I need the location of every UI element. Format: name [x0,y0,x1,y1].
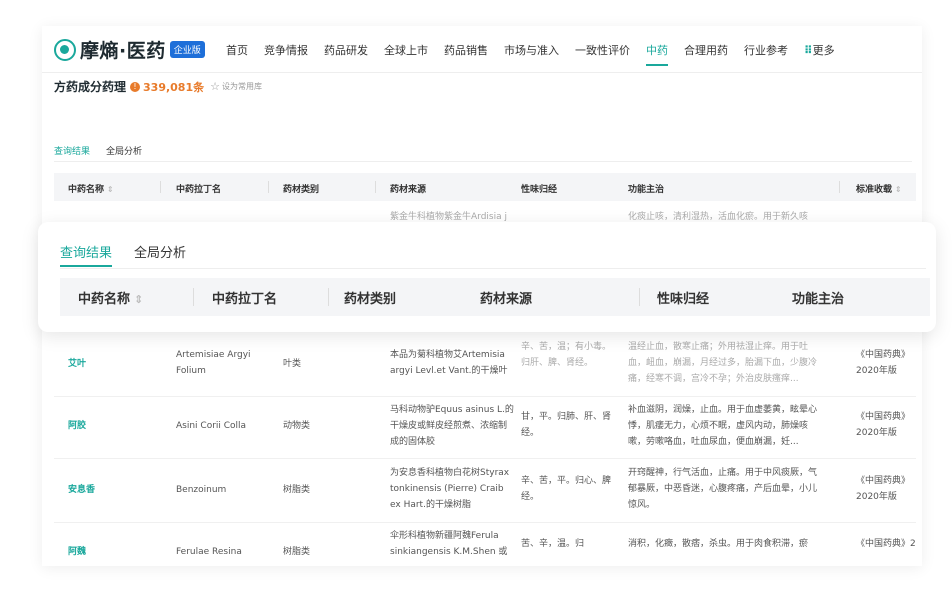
cell-name[interactable]: 阿胶 [68,418,86,434]
col-separator [193,288,194,306]
col-category[interactable]: 药材类别 [283,182,319,195]
favorite-link[interactable]: 设为常用库 [222,81,262,92]
table-row[interactable]: 安息香 Benzoinum 树脂类 为安息香科植物白花树Styrax tonki… [54,458,916,523]
cell-function: 开窍醒神，行气活血，止痛。用于中风痰厥，气郁暴厥，中恶昏迷，心腹疼痛，产后血晕，… [628,468,818,510]
cell-category: 叶类 [283,359,302,369]
nav-more-label: 更多 [812,44,835,57]
cell-function: 化痰止咳，清利湿热，活血化瘀。用于新久咳 [628,212,809,222]
cell-latin: Artemisiae Argyi Folium [176,350,251,376]
col-name[interactable]: 中药名称 ⇕ [68,182,114,195]
nav-item-market[interactable]: 市场与准入 [504,42,559,58]
nav-item-industry[interactable]: 行业参考 [744,42,788,58]
zoom-col-name-label: 中药名称 [78,292,131,307]
zoom-tab-analysis[interactable]: 全局分析 [134,242,186,261]
zoom-col-name[interactable]: 中药名称 ⇕ [78,288,143,307]
col-separator [839,181,840,193]
nav-more[interactable]: ⠿更多 [804,42,835,58]
cell-standard: 《中国药典》2020年版 [856,476,911,502]
cell-standard: 《中国药典》2020年版 [856,350,911,376]
top-nav: 摩熵·医药 企业版 首页 竞争情报 药品研发 全球上市 药品销售 市场与准入 一… [42,26,922,73]
col-function[interactable]: 功能主治 [628,182,664,195]
nav-item-rd[interactable]: 药品研发 [324,42,368,58]
zoom-col-source[interactable]: 药材来源 [480,288,532,307]
logo-icon [54,38,76,61]
page-title: 方药成分药理 [54,80,127,94]
nav-item-sales[interactable]: 药品销售 [444,42,488,58]
cell-source: 马科动物驴Equus asinus L.的干燥皮或鲜皮经煎煮、浓缩制成的固体胶 [390,405,514,447]
zoom-tabs: 查询结果 全局分析 [60,242,208,267]
nav-item-consistency[interactable]: 一致性评价 [575,42,630,58]
cell-category: 树脂类 [283,485,311,495]
cell-standard: 《中国药典》2020年版 [856,412,911,438]
cell-category: 树脂类 [283,547,311,557]
zoom-table-header: 中药名称 ⇕ 中药拉丁名 药材类别 药材来源 性味归经 功能主治 [60,278,930,316]
title-row: 方药成分药理 ! 339,081条 ☆ 设为常用库 [54,78,262,95]
col-latin[interactable]: 中药拉丁名 [176,182,221,195]
cell-nature: 辛、苦，温；有小毒。归肝、脾、肾经。 [521,342,612,368]
cell-function: 消积，化癥，散痞，杀虫。用于肉食积滞，瘀 [628,539,809,549]
cell-latin: Asini Corii Colla [176,421,247,431]
record-count: 339,081条 [143,80,205,94]
tab-analysis[interactable]: 全局分析 [106,144,142,157]
col-source[interactable]: 药材来源 [390,182,426,195]
col-standard-label: 标准收载 [856,185,893,195]
table-header: 中药名称 ⇕ 中药拉丁名 药材类别 药材来源 性味归经 功能主治 标准收载 ⇕ [54,173,916,201]
zoom-col-latin[interactable]: 中药拉丁名 [212,288,277,307]
star-icon[interactable]: ☆ [210,80,220,93]
cell-source: 本品为菊科植物艾Artemisia argyi Levl.et Vant.的干燥… [390,350,508,376]
sort-icon[interactable]: ⇕ [107,185,114,194]
col-name-label: 中药名称 [68,185,105,195]
col-separator [328,288,329,306]
nav-item-home[interactable]: 首页 [226,42,248,58]
zoom-tab-results[interactable]: 查询结果 [60,242,113,267]
zoom-col-category[interactable]: 药材类别 [344,288,396,307]
col-standard[interactable]: 标准收载 ⇕ [856,182,902,195]
brand-name: 摩熵·医药 [80,40,166,62]
tab-results[interactable]: 查询结果 [54,144,91,162]
table-row[interactable]: 阿胶 Asini Corii Colla 动物类 马科动物驴Equus asin… [54,396,916,459]
zoom-divider [60,268,926,269]
nav-item-rational[interactable]: 合理用药 [684,42,728,58]
cell-standard: 《中国药典》2020年版 [856,539,916,549]
cell-name[interactable]: 艾叶 [68,356,86,372]
cell-nature: 苦、辛，温。归 [521,539,585,549]
cell-source: 紫金牛科植物紫金牛Ardisia j [390,212,507,222]
info-icon[interactable]: ! [130,81,141,92]
cell-function: 补血滋阴，润燥，止血。用于血虚萎黄，眩晕心悸，肌痿无力，心烦不眠，虚风内动，肺燥… [628,405,818,447]
brand-logo[interactable]: 摩熵·医药 企业版 [54,36,205,63]
col-separator [375,181,376,193]
table-row[interactable]: 阿魏 Ferulae Resina 树脂类 伞形科植物新疆阿魏Ferula si… [54,522,916,566]
divider [54,161,912,162]
table-row[interactable]: 艾叶 Artemisiae Argyi Folium 叶类 本品为菊科植物艾Ar… [54,334,916,397]
sort-icon[interactable]: ⇕ [895,185,902,194]
col-separator [268,181,269,193]
cell-latin: Benzoinum [176,485,227,495]
cell-source: 伞形科植物新疆阿魏Ferula sinkiangensis K.M.Shen 或 [390,531,508,557]
sort-icon[interactable]: ⇕ [134,293,143,306]
zoom-col-function[interactable]: 功能主治 [792,288,844,307]
cell-name[interactable]: 安息香 [68,482,95,498]
result-tabs: 查询结果 全局分析 [54,144,158,162]
cell-nature: 甘，平。归肺、肝、肾经。 [521,412,612,438]
nav-item-tcm[interactable]: 中药 [646,42,668,66]
zoom-callout: 查询结果 全局分析 中药名称 ⇕ 中药拉丁名 药材类别 药材来源 性味归经 功能主… [38,222,936,332]
main-nav: 首页 竞争情报 药品研发 全球上市 药品销售 市场与准入 一致性评价 中药 合理… [226,42,851,66]
col-separator [160,181,161,193]
cell-latin: Ferulae Resina [176,547,242,557]
cell-nature: 辛、苦，平。归心、脾经。 [521,476,612,502]
cell-function: 温经止血，散寒止痛；外用祛湿止痒。用于吐血，衄血，崩漏，月经过多，胎漏下血，少腹… [628,342,818,384]
zoom-col-nature[interactable]: 性味归经 [657,288,709,307]
grid-icon: ⠿ [804,44,813,57]
cell-source: 为安息香科植物白花树Styrax tonkinensis (Pierre) Cr… [390,468,510,510]
edition-badge: 企业版 [169,41,205,58]
nav-item-competition[interactable]: 竞争情报 [264,42,308,58]
cell-name[interactable]: 阿魏 [68,544,86,560]
nav-item-global[interactable]: 全球上市 [384,42,428,58]
col-separator [639,288,640,306]
col-nature[interactable]: 性味归经 [521,182,557,195]
cell-category: 动物类 [283,421,311,431]
